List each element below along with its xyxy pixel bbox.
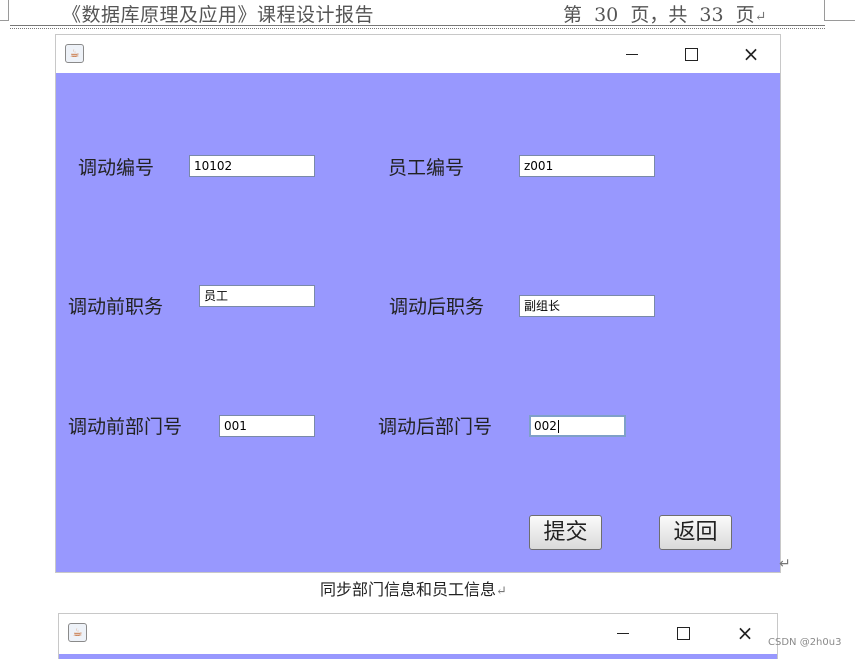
header-rule-dotted (10, 28, 825, 29)
paragraph-mark-icon: ↵ (754, 9, 767, 25)
java-cup-icon: ☕ (65, 44, 84, 63)
paragraph-mark-icon: ↵ (779, 556, 791, 572)
form-panel: 调动编号 10102 员工编号 z001 调动前职务 员工 调动后职务 副组长 … (56, 73, 780, 572)
position-after-label: 调动后职务 (389, 296, 485, 318)
submit-button[interactable]: 提交 (529, 515, 602, 550)
java-cup-icon: ☕ (68, 623, 87, 642)
close-icon: × (742, 42, 760, 66)
back-button[interactable]: 返回 (659, 515, 732, 550)
page-number-text: 第 30 页，共 33 页 (563, 4, 755, 26)
dept-after-label: 调动后部门号 (378, 416, 493, 438)
dept-after-value: 002 (534, 419, 557, 433)
employee-id-label: 员工编号 (388, 157, 465, 179)
page-corner-mark-right (824, 0, 825, 20)
position-before-field[interactable]: 员工 (199, 285, 315, 307)
page-corner-mark-left-h (0, 20, 9, 21)
minimize-icon (626, 54, 638, 55)
employee-id-field[interactable]: z001 (519, 155, 655, 177)
figure-caption: 同步部门信息和员工信息↵ (320, 576, 507, 600)
caption-text: 同步部门信息和员工信息 (320, 580, 497, 599)
close-button[interactable]: × (728, 35, 774, 73)
document-page-header: 《数据库原理及应用》课程设计报告 第 30 页，共 33 页↵ (0, 0, 855, 30)
minimize-button[interactable] (600, 614, 646, 652)
page-corner-mark-left (8, 0, 9, 20)
report-title: 《数据库原理及应用》课程设计报告 (62, 4, 375, 26)
paragraph-mark-icon: ↵ (496, 584, 507, 599)
watermark: CSDN @2h0u3 (768, 637, 842, 648)
maximize-button[interactable] (660, 614, 706, 652)
dept-before-field[interactable]: 001 (219, 415, 315, 437)
transfer-form-window: ☕ × 调动编号 10102 员工编号 z001 调动前职务 员工 调动后职务 … (55, 34, 781, 573)
window-titlebar[interactable]: ☕ × (56, 35, 780, 73)
page-number-info: 第 30 页，共 33 页↵ (563, 0, 766, 27)
transfer-id-label: 调动编号 (78, 157, 155, 179)
dept-after-field[interactable]: 002 (529, 415, 626, 437)
maximize-button[interactable] (668, 35, 714, 73)
text-caret (557, 420, 559, 433)
form-panel (59, 654, 777, 659)
header-rule (10, 25, 825, 26)
maximize-icon (684, 48, 698, 61)
minimize-icon (617, 633, 629, 634)
minimize-button[interactable] (609, 35, 655, 73)
window-titlebar[interactable]: ☕ × (59, 614, 777, 652)
dept-before-label: 调动前部门号 (68, 416, 183, 438)
page-corner-mark-right-h (824, 20, 855, 21)
close-button[interactable]: × (722, 614, 768, 652)
maximize-icon (676, 627, 690, 640)
position-before-label: 调动前职务 (68, 296, 164, 318)
transfer-id-field[interactable]: 10102 (189, 155, 315, 177)
second-window: ☕ × (58, 613, 778, 659)
close-icon: × (736, 621, 754, 645)
position-after-field[interactable]: 副组长 (519, 295, 655, 317)
